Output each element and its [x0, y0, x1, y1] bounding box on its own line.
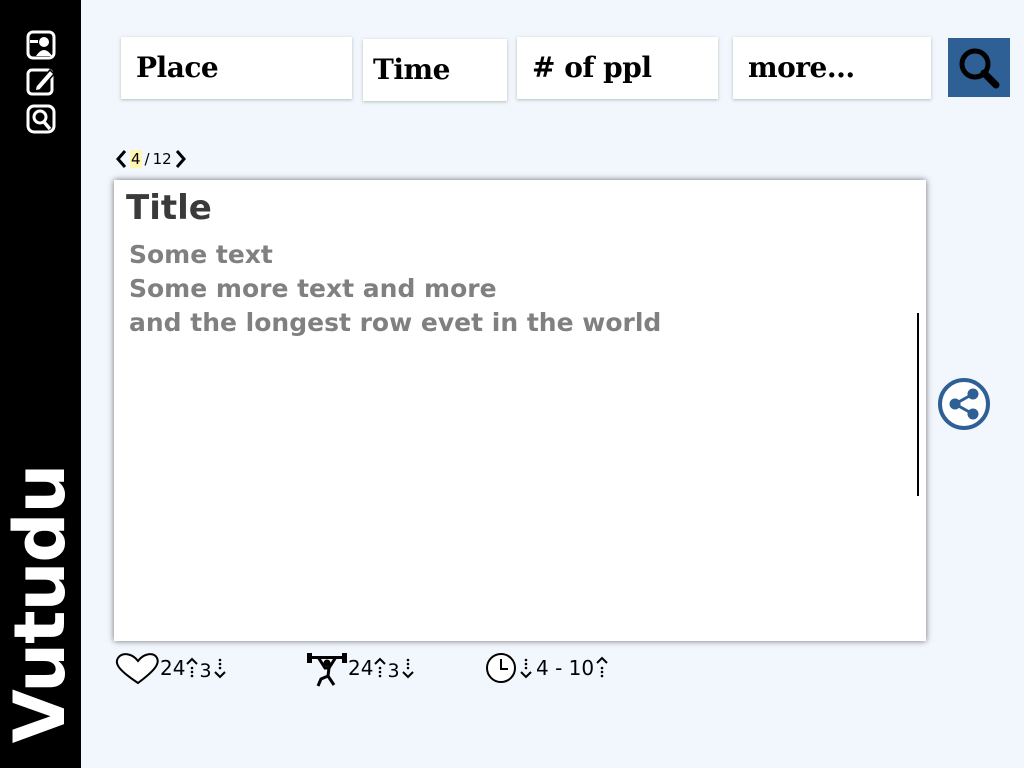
activity-card[interactable]: Title Some text Some more text and more …	[114, 180, 926, 641]
share-icon	[938, 378, 990, 430]
pager: 4 / 12	[112, 146, 190, 172]
search-icon[interactable]	[26, 104, 58, 134]
duration-range: 4 - 10	[536, 656, 595, 680]
likes-up-count: 24	[160, 656, 186, 680]
likes-stat: 24 3	[110, 648, 228, 688]
card-line: and the longest row evet in the world	[129, 308, 662, 337]
page-separator: /	[144, 150, 150, 168]
card-description: Some text Some more text and more and th…	[129, 238, 661, 340]
sidebar: Vutudu	[0, 0, 81, 768]
share-button[interactable]	[937, 377, 991, 431]
duration-up-icon[interactable]	[594, 654, 610, 682]
card-line: Some more text and more	[129, 274, 497, 303]
edit-icon[interactable]	[26, 66, 58, 96]
total-pages: 12	[152, 150, 172, 168]
heart-icon[interactable]	[110, 649, 160, 687]
weightlifter-icon[interactable]	[306, 649, 348, 687]
time-filter-label: Time	[373, 53, 450, 86]
magnifier-icon	[959, 48, 1000, 88]
duration-down-icon[interactable]	[518, 654, 534, 682]
effort-up-count: 24	[348, 656, 374, 680]
people-filter-label: # of ppl	[532, 51, 652, 84]
card-title: Title	[126, 188, 212, 228]
current-page: 4	[130, 150, 142, 168]
people-filter[interactable]: # of ppl	[517, 37, 718, 99]
more-filter-label: more...	[748, 51, 855, 84]
vote-up-icon[interactable]	[185, 656, 199, 680]
search-button[interactable]	[948, 38, 1010, 97]
prev-page-icon[interactable]	[112, 147, 130, 171]
vote-down-icon[interactable]	[212, 654, 228, 682]
vote-down-icon[interactable]	[400, 654, 416, 682]
effort-stat: 24 3	[306, 648, 416, 688]
duration-stat: 4 - 10	[484, 648, 610, 688]
place-filter[interactable]: Place	[121, 37, 352, 99]
clock-icon[interactable]	[484, 651, 518, 685]
card-line: Some text	[129, 240, 273, 269]
vote-up-icon[interactable]	[373, 656, 387, 680]
next-page-icon[interactable]	[172, 147, 190, 171]
place-filter-label: Place	[136, 51, 219, 84]
likes-down-count: 3	[199, 660, 212, 682]
effort-down-count: 3	[387, 660, 400, 682]
profile-icon[interactable]	[26, 30, 58, 60]
time-filter[interactable]: Time	[363, 39, 507, 101]
brand-logo: Vutudu	[0, 464, 81, 744]
more-filter[interactable]: more...	[733, 37, 931, 99]
card-scrollbar[interactable]	[917, 313, 919, 496]
